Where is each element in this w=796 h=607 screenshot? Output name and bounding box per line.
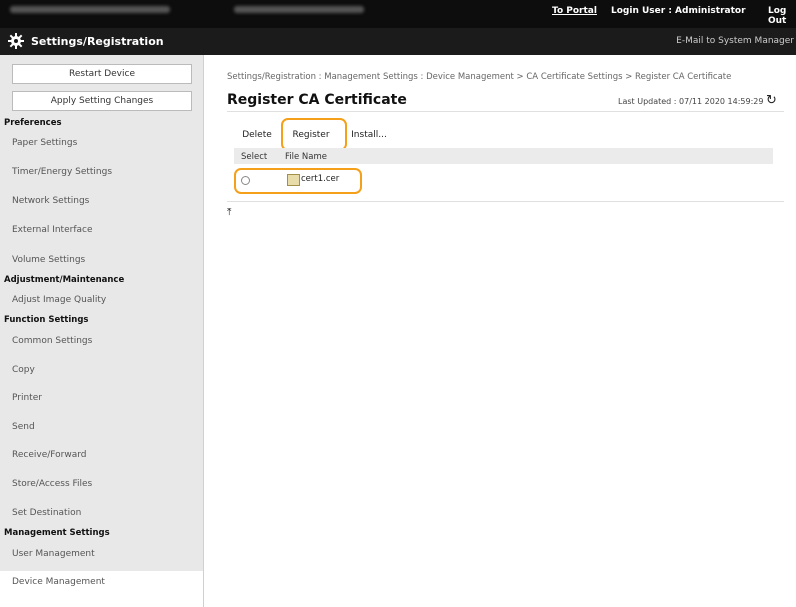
column-select-header: Select	[241, 152, 268, 162]
sidebar: Restart Device Apply Setting Changes Pre…	[0, 55, 204, 607]
sidebar-item-copy[interactable]: Copy	[0, 365, 215, 375]
scroll-to-top-icon[interactable]: ⤒	[227, 207, 231, 218]
row-highlight	[234, 168, 362, 194]
sidebar-item-store-access[interactable]: Store/Access Files	[0, 479, 215, 489]
sidebar-item-set-destination[interactable]: Set Destination	[0, 508, 215, 518]
sidebar-item-paper-settings[interactable]: Paper Settings	[0, 138, 215, 148]
page-title: Register CA Certificate	[227, 92, 407, 108]
to-portal-link[interactable]: To Portal	[552, 6, 597, 16]
top-bar: To Portal Login User : Administrator Log…	[0, 0, 796, 28]
breadcrumb: Settings/Registration : Management Setti…	[227, 72, 732, 82]
login-user-label: Login User : Administrator	[611, 6, 746, 16]
section-adjustment: Adjustment/Maintenance	[4, 275, 125, 285]
refresh-icon[interactable]: ↻	[766, 93, 777, 108]
sidebar-item-adjust-image[interactable]: Adjust Image Quality	[0, 295, 215, 305]
header-title: Settings/Registration	[31, 35, 164, 48]
sidebar-item-external-interface[interactable]: External Interface	[0, 225, 215, 235]
sidebar-item-printer[interactable]: Printer	[0, 393, 215, 403]
settings-header: Settings/Registration E-Mail to System M…	[0, 28, 796, 55]
device-name-blurred	[10, 6, 170, 13]
last-updated: Last Updated : 07/11 2020 14:59:29	[618, 97, 764, 106]
gear-icon	[8, 33, 24, 49]
sidebar-item-volume[interactable]: Volume Settings	[0, 255, 215, 265]
install-button[interactable]: Install...	[347, 126, 391, 144]
logout-link[interactable]: Log Out	[768, 6, 796, 26]
column-file-name-header: File Name	[285, 152, 328, 162]
sidebar-item-common[interactable]: Common Settings	[0, 336, 215, 346]
sidebar-item-network[interactable]: Network Settings	[0, 196, 215, 206]
title-divider	[227, 111, 784, 112]
delete-button[interactable]: Delete	[234, 126, 280, 144]
sidebar-item-send[interactable]: Send	[0, 422, 215, 432]
sidebar-item-receive-forward[interactable]: Receive/Forward	[0, 450, 215, 460]
sidebar-item-timer-energy[interactable]: Timer/Energy Settings	[0, 167, 215, 177]
section-management-settings: Management Settings	[4, 528, 110, 538]
sidebar-item-user-management[interactable]: User Management	[0, 549, 215, 559]
apply-setting-changes-button[interactable]: Apply Setting Changes	[12, 91, 192, 111]
section-preferences: Preferences	[4, 118, 62, 128]
email-system-manager-link[interactable]: E-Mail to System Manager	[676, 36, 794, 46]
section-function-settings: Function Settings	[4, 315, 89, 325]
sidebar-item-device-management[interactable]: Device Management	[0, 571, 203, 607]
restart-device-button[interactable]: Restart Device	[12, 64, 192, 84]
register-highlight	[281, 118, 347, 151]
table-divider	[227, 201, 784, 202]
device-address-blurred	[234, 6, 364, 13]
